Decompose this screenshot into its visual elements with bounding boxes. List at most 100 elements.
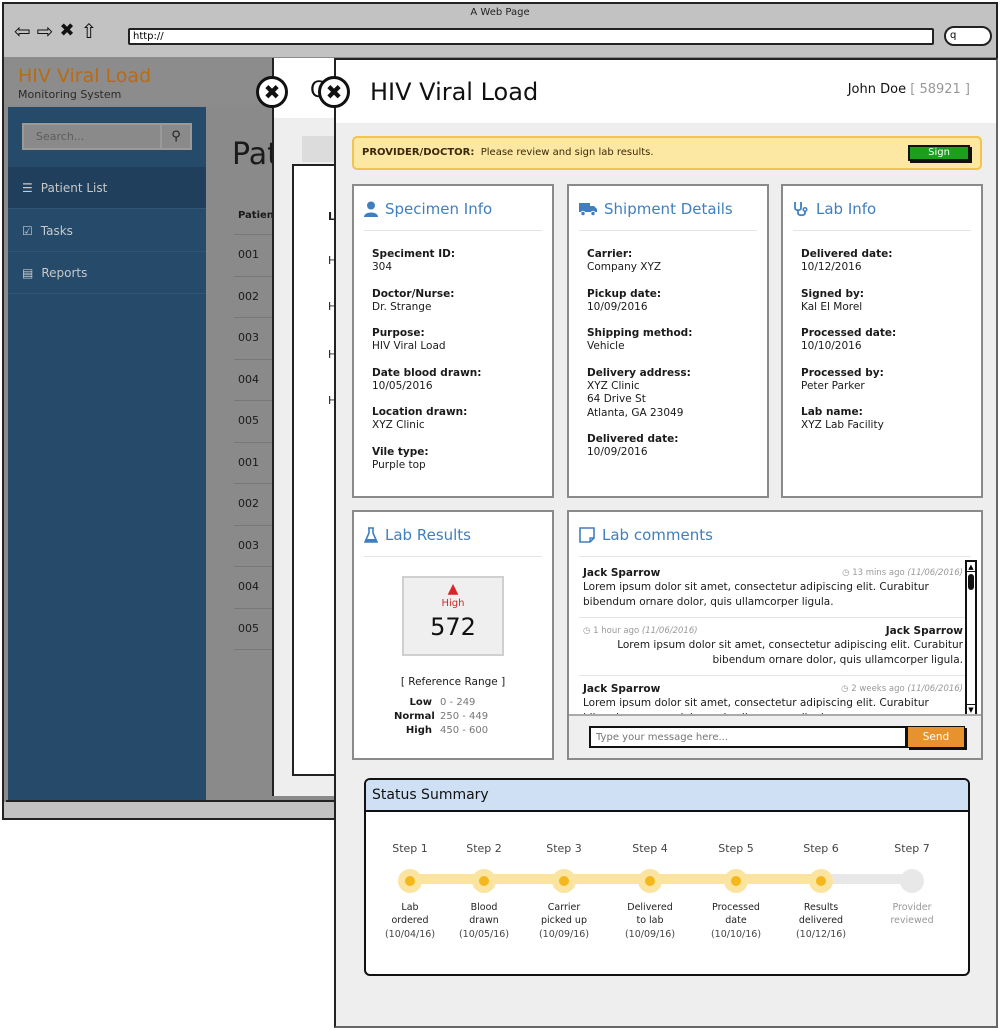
- field-value: 10/09/2016: [587, 446, 648, 458]
- patient-name: John Doe: [847, 82, 907, 97]
- step-description: Delivered to lab: [610, 901, 690, 927]
- comment-ago: 13 mins ago: [852, 568, 905, 578]
- reference-range: 450 - 600: [440, 725, 489, 736]
- sidebar-search-input[interactable]: Search...: [24, 125, 162, 148]
- comments-scrollbar[interactable]: ▲ ▼: [965, 560, 977, 716]
- patient-info: John Doe [ 58921 ]: [848, 82, 970, 97]
- comment-item: Jack Sparrow ◷ 2 weeks ago (11/06/2016) L…: [579, 676, 967, 718]
- field-value: XYZ Lab Facility: [801, 419, 884, 431]
- scroll-up-arrow-icon[interactable]: ▲: [967, 562, 975, 572]
- search-icon: ⚲: [171, 129, 181, 144]
- window-title: A Web Page: [470, 7, 530, 18]
- sign-alert: PROVIDER/DOCTOR: Please review and sign …: [352, 136, 982, 170]
- specimen-info-card: Specimen Info Speciment ID: 304 Doctor/Nu…: [352, 184, 554, 498]
- step-label: Step 4: [632, 842, 668, 855]
- status-step: Step 3 Carrier picked up (10/09/16): [524, 812, 604, 940]
- status-steps: Step 1 Lab ordered (10/04/16) Step 2 Blood dra…: [366, 812, 968, 972]
- field-label: Delivered date:: [587, 433, 679, 445]
- field-label: Signed by:: [801, 287, 865, 300]
- stop-icon[interactable]: ✖: [60, 20, 75, 42]
- comment-composer: Send: [569, 714, 981, 758]
- message-input[interactable]: [589, 726, 907, 748]
- step-label: Step 6: [803, 842, 839, 855]
- scroll-thumb[interactable]: [968, 574, 974, 590]
- scroll-down-arrow-icon[interactable]: ▼: [967, 704, 975, 714]
- note-icon: [579, 527, 595, 543]
- sidebar-item-tasks[interactable]: ☑ Tasks: [8, 210, 206, 252]
- field-label: Vile type:: [372, 445, 429, 458]
- card-title-text: Lab Info: [816, 200, 877, 218]
- divider: [579, 556, 971, 557]
- app-logo[interactable]: HIV Viral Load: [18, 65, 151, 87]
- comment-text: Lorem ipsum dolor sit amet, consectetur …: [583, 581, 929, 608]
- step-desc-line: Carrier: [547, 902, 581, 913]
- field-vile-type: Vile type: Purple top: [372, 446, 481, 473]
- step-label: Step 5: [718, 842, 754, 855]
- step-dot: [724, 869, 748, 893]
- field-value: Purple top: [372, 458, 426, 471]
- close-modal-button[interactable]: ✖: [318, 76, 350, 108]
- browser-search-button[interactable]: q: [944, 26, 992, 46]
- card-title: Shipment Details: [579, 200, 733, 218]
- close-icon: ✖: [325, 80, 343, 104]
- field-value: XYZ Clinic: [372, 419, 425, 431]
- comment-time: ◷ 2 weeks ago (11/06/2016): [841, 682, 963, 696]
- sidebar: Search... ⚲ ☰ Patient List ☑ Tasks ▤ Rep…: [8, 107, 206, 800]
- reference-name: Low: [409, 697, 432, 708]
- field-value: 10/10/2016: [801, 340, 862, 352]
- search-icon: q: [950, 30, 957, 41]
- status-step: Step 6 Results delivered (10/12/16): [781, 812, 861, 940]
- comment-time: ◷ 13 mins ago (11/06/2016): [842, 566, 963, 580]
- field-doctor: Doctor/Nurse: Dr. Strange: [372, 288, 481, 315]
- nav-buttons: ⇦ ⇨ ✖ ⇧: [14, 20, 97, 42]
- card-title-text: Lab Results: [385, 526, 472, 544]
- lab-comments-card: Lab comments Jack Sparrow ◷ 13 mins ago (…: [567, 510, 983, 760]
- close-background-modal-button[interactable]: ✖: [256, 76, 288, 108]
- field-value: Kal El Morel: [801, 300, 863, 313]
- status-step: Step 7 Provider reviewed: [872, 812, 952, 929]
- field-value: XYZ Clinic 64 Drive St Atlanta, GA 23049: [587, 379, 684, 419]
- sidebar-item-patient-list[interactable]: ☰ Patient List: [8, 167, 206, 209]
- flask-icon: [364, 527, 378, 543]
- step-desc-line: Results: [803, 902, 839, 913]
- field-label: Delivery address:: [587, 366, 691, 379]
- field-value: 304: [372, 261, 393, 273]
- field-specimen-id: Speciment ID: 304: [372, 248, 481, 275]
- url-input[interactable]: http://: [128, 28, 934, 45]
- field-value: Company XYZ: [587, 261, 662, 273]
- result-flag: High: [441, 598, 465, 609]
- forward-arrow-icon[interactable]: ⇨: [37, 20, 54, 42]
- step-date: (10/09/16): [624, 929, 676, 940]
- home-icon[interactable]: ⇧: [81, 20, 98, 42]
- sidebar-item-reports[interactable]: ▤ Reports: [8, 252, 206, 294]
- step-desc-line: Delivered: [627, 902, 673, 913]
- checkbox-icon: ☑: [22, 223, 33, 238]
- field-delivered-date: Delivered date: 10/12/2016: [801, 248, 896, 275]
- field-label: Carrier:: [587, 248, 633, 260]
- step-label: Step 1: [392, 842, 428, 855]
- send-button[interactable]: Send: [907, 726, 965, 748]
- sidebar-search-button[interactable]: ⚲: [160, 125, 190, 148]
- sign-button[interactable]: Sign: [908, 145, 970, 161]
- result-value: 572: [430, 613, 476, 641]
- reference-range-table: Low 0 - 249 Normal 250 - 449 High 450 - 600: [394, 696, 488, 738]
- field-carrier: Carrier: Company XYZ: [587, 248, 692, 275]
- divider: [364, 230, 542, 231]
- step-desc-line: reviewed: [890, 915, 934, 926]
- back-arrow-icon[interactable]: ⇦: [14, 20, 31, 42]
- divider: [793, 230, 971, 231]
- field-label: Speciment ID:: [372, 248, 456, 260]
- status-step: Step 4 Delivered to lab (10/09/16): [610, 812, 690, 940]
- card-title-text: Shipment Details: [604, 200, 733, 218]
- card-title: Lab Info: [793, 200, 876, 218]
- alert-role: PROVIDER/DOCTOR:: [362, 147, 475, 158]
- user-icon: [364, 201, 378, 217]
- step-label: Step 2: [466, 842, 502, 855]
- status-summary-title: Status Summary: [366, 780, 968, 812]
- field-processed-date: Processed date: 10/10/2016: [801, 327, 896, 354]
- status-summary: Status Summary Step 1 Lab ordered (10/04/16…: [364, 778, 970, 976]
- field-label: Processed by:: [801, 366, 884, 379]
- step-dot: [398, 869, 422, 893]
- field-value: HIV Viral Load: [372, 340, 446, 352]
- step-desc-line: Provider: [892, 902, 932, 913]
